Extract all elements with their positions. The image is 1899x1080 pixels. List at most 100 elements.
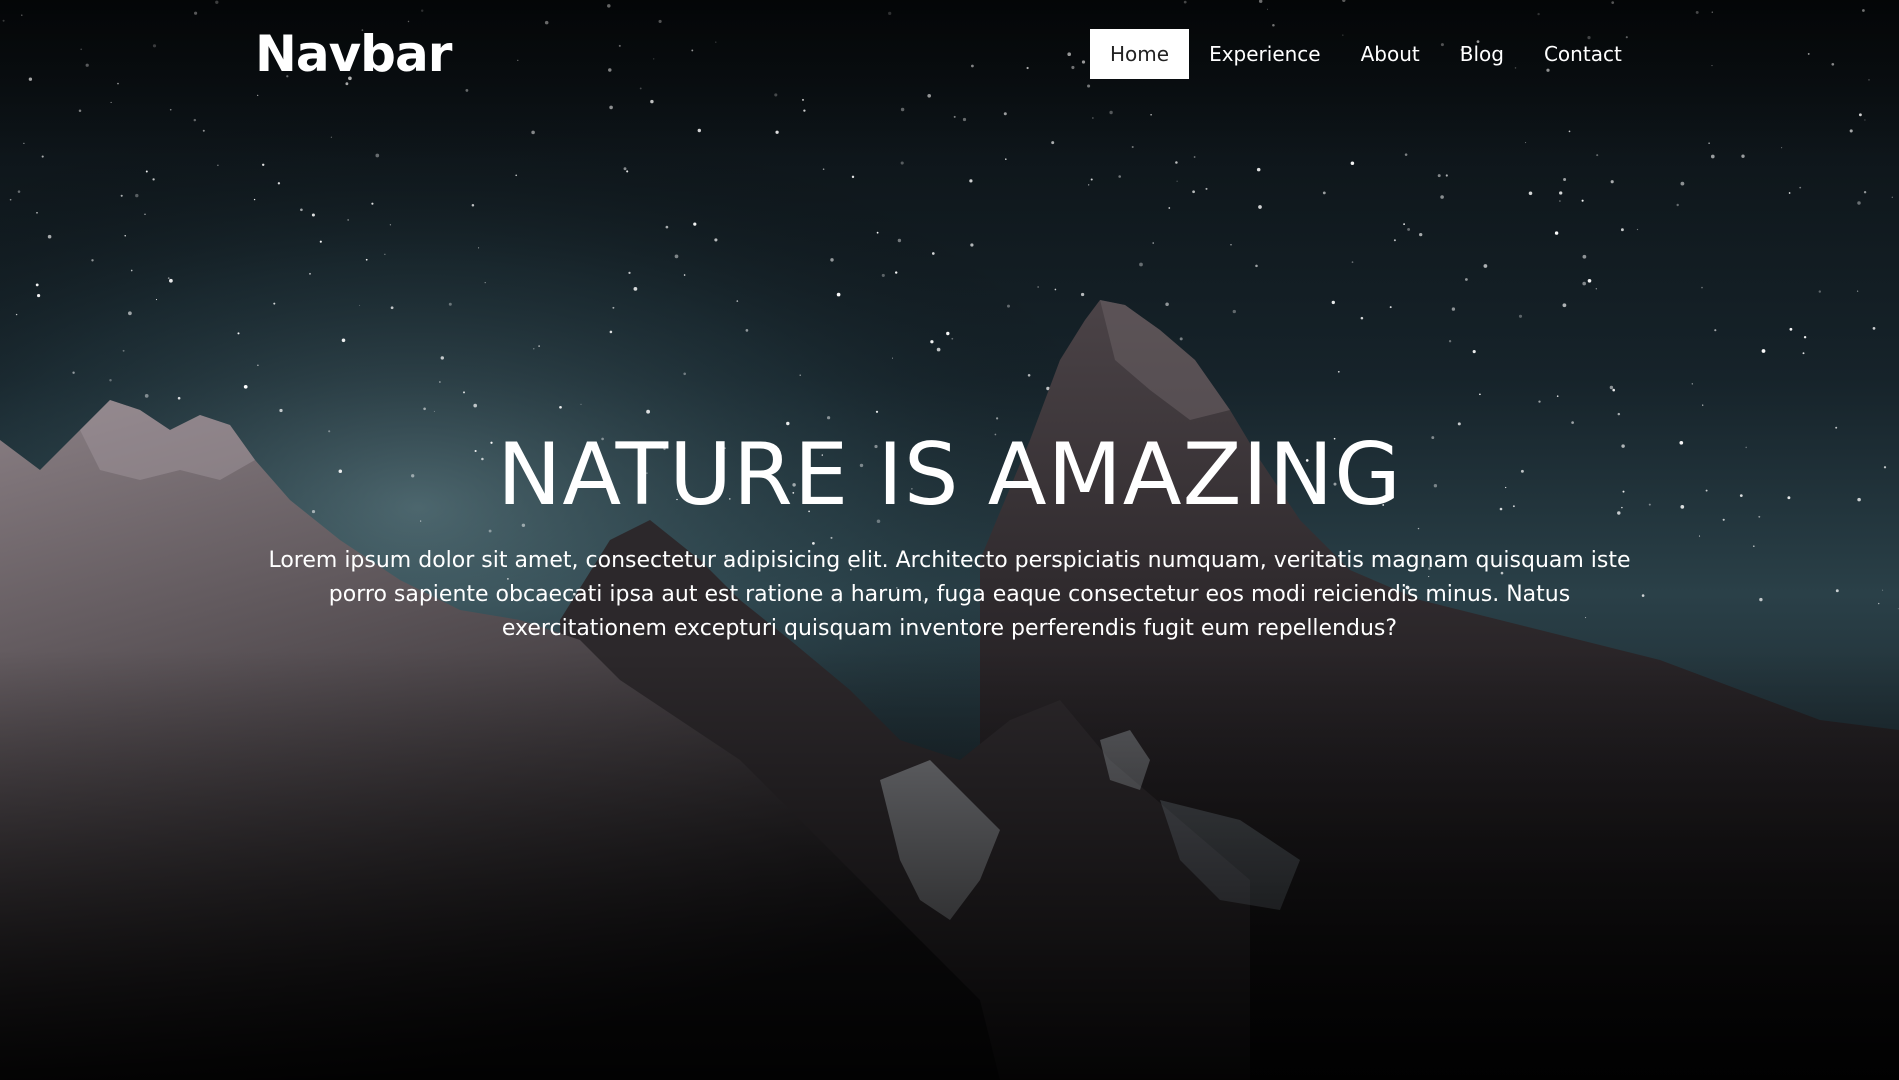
star xyxy=(900,161,904,165)
star xyxy=(359,304,361,306)
hero-description: Lorem ipsum dolor sit amet, consectetur … xyxy=(268,548,1631,641)
star xyxy=(439,381,441,383)
star xyxy=(1556,395,1559,397)
star xyxy=(674,254,679,259)
star xyxy=(124,235,126,237)
star xyxy=(217,164,219,167)
star xyxy=(277,182,281,185)
star xyxy=(1595,288,1597,290)
star xyxy=(612,306,615,309)
nav-link-blog[interactable]: Blog xyxy=(1440,29,1524,79)
star xyxy=(433,410,435,412)
star xyxy=(1761,349,1766,353)
star xyxy=(1179,337,1183,341)
nav-link-contact[interactable]: Contact xyxy=(1524,29,1642,79)
star xyxy=(836,292,841,297)
star xyxy=(646,409,650,414)
star xyxy=(17,190,21,193)
star xyxy=(609,330,613,334)
star xyxy=(145,170,148,173)
star xyxy=(1152,242,1154,244)
star xyxy=(693,222,697,226)
hero-section: Navbar Home Experience About Blog Contac… xyxy=(0,0,1899,1080)
star xyxy=(1863,191,1867,194)
nav-link-experience[interactable]: Experience xyxy=(1189,29,1341,79)
star xyxy=(384,253,386,255)
star xyxy=(1472,350,1476,354)
star xyxy=(533,348,535,350)
star xyxy=(1175,161,1178,164)
star xyxy=(130,269,133,272)
star xyxy=(515,174,518,177)
star xyxy=(1255,264,1258,268)
star xyxy=(448,302,452,306)
star xyxy=(559,405,562,409)
star xyxy=(1479,393,1481,396)
star xyxy=(478,247,480,249)
star xyxy=(253,198,256,201)
star xyxy=(261,163,265,167)
star xyxy=(144,394,149,398)
star xyxy=(1360,316,1364,320)
star xyxy=(946,331,950,336)
star xyxy=(1518,314,1523,318)
star xyxy=(930,340,934,344)
star xyxy=(1407,227,1411,231)
star xyxy=(128,311,132,316)
nav-link-about[interactable]: About xyxy=(1341,29,1440,79)
star xyxy=(1256,167,1261,172)
star xyxy=(1582,281,1586,286)
star xyxy=(1680,181,1685,186)
star xyxy=(1559,200,1561,202)
star xyxy=(1857,201,1861,205)
hero-title: NATURE IS AMAZING xyxy=(497,425,1402,525)
star xyxy=(300,208,303,212)
star xyxy=(1403,223,1405,225)
star xyxy=(1205,187,1208,190)
star xyxy=(1027,374,1031,377)
star xyxy=(1337,370,1340,373)
star xyxy=(36,211,38,214)
star xyxy=(1054,288,1057,291)
star xyxy=(1331,300,1335,305)
navbar-brand[interactable]: Navbar xyxy=(255,22,452,86)
star xyxy=(1676,203,1679,207)
star xyxy=(1714,329,1717,332)
star xyxy=(1230,244,1232,246)
star xyxy=(626,170,629,173)
star xyxy=(1322,191,1326,195)
nav-links: Home Experience About Blog Contact xyxy=(1090,29,1642,79)
star xyxy=(1818,290,1821,293)
nav-link-home[interactable]: Home xyxy=(1090,29,1190,79)
star xyxy=(1563,178,1567,181)
star xyxy=(895,271,898,274)
star xyxy=(827,416,831,420)
star xyxy=(169,278,173,283)
star xyxy=(1465,278,1468,281)
star xyxy=(155,299,158,301)
star xyxy=(35,283,39,287)
star xyxy=(440,356,444,360)
star xyxy=(623,167,627,171)
star xyxy=(683,372,686,376)
star xyxy=(1554,231,1559,235)
star xyxy=(931,252,935,255)
star xyxy=(830,258,834,262)
star xyxy=(1176,180,1178,182)
star xyxy=(822,168,825,170)
star xyxy=(1118,175,1121,178)
star xyxy=(897,238,902,243)
star xyxy=(951,337,954,340)
star xyxy=(736,300,739,302)
star xyxy=(1872,327,1876,330)
star xyxy=(109,379,112,382)
star xyxy=(1891,196,1893,198)
star xyxy=(1799,186,1802,189)
star xyxy=(1440,195,1444,199)
star xyxy=(72,371,75,374)
star xyxy=(471,203,475,207)
star xyxy=(745,329,749,332)
star xyxy=(633,287,638,291)
star xyxy=(876,231,879,234)
star xyxy=(120,194,123,197)
